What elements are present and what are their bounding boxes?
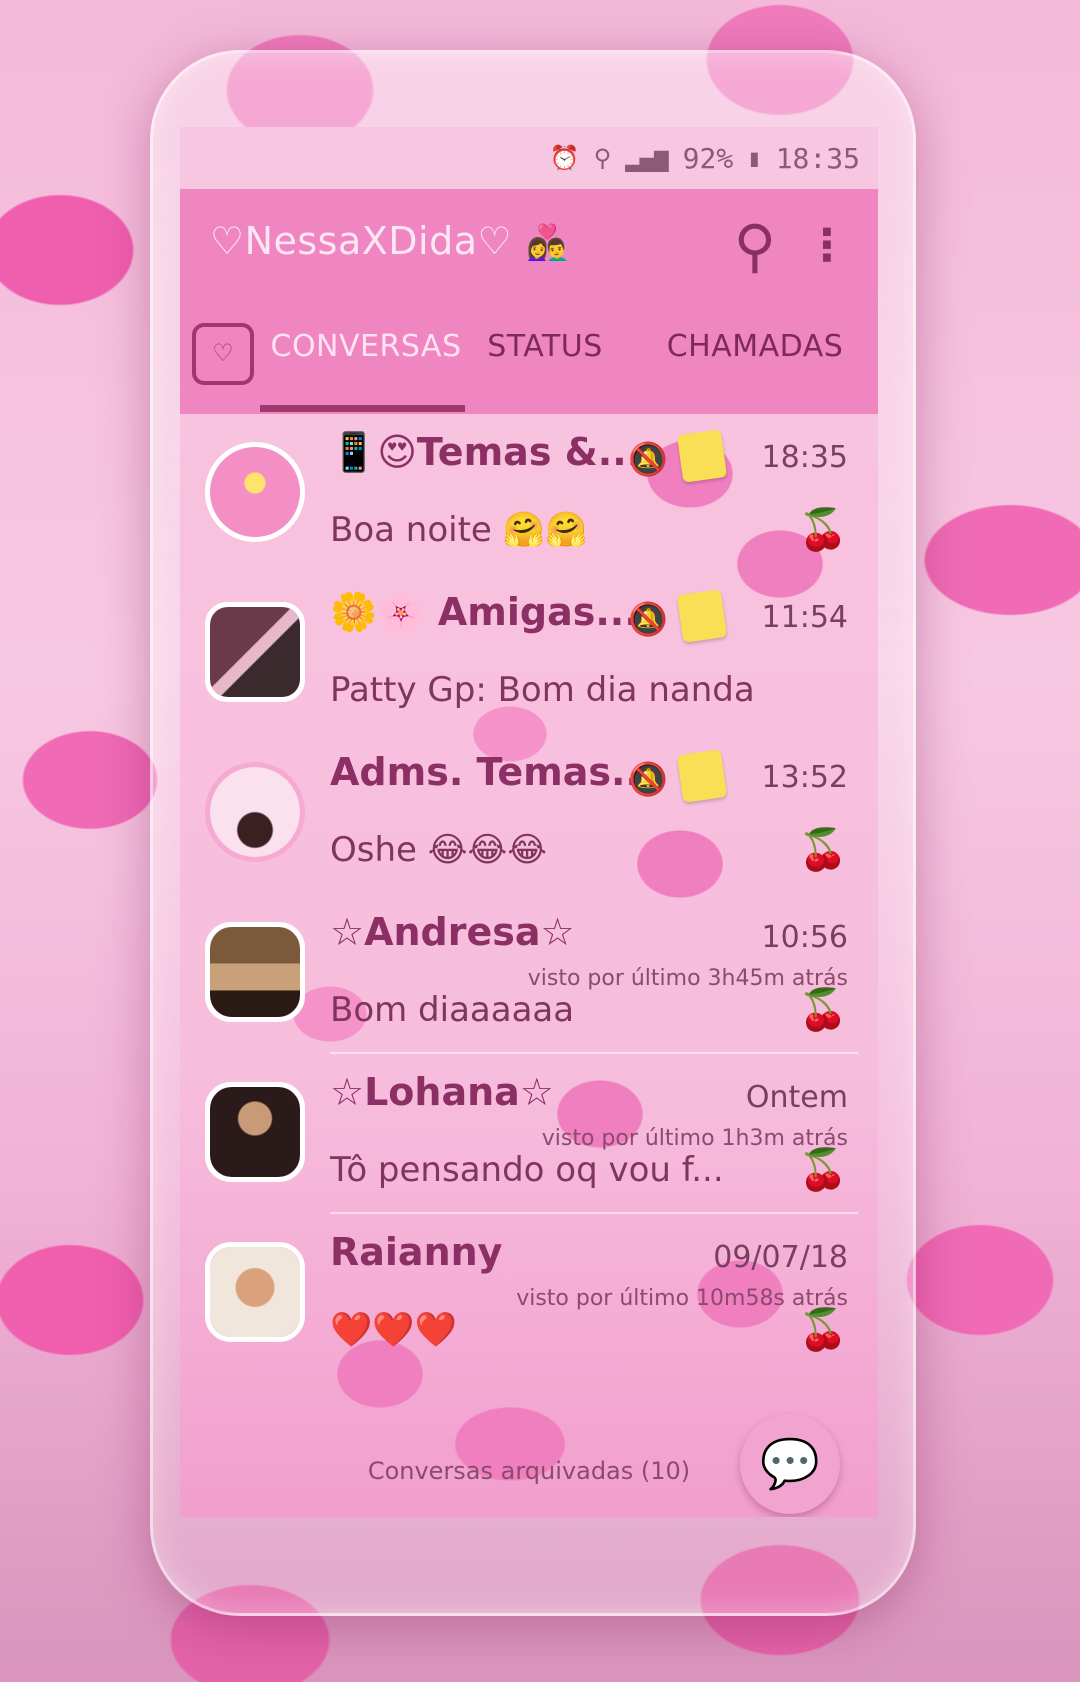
muted-icon: 🔕 bbox=[628, 440, 668, 478]
tab-conversas[interactable]: CONVERSAS bbox=[266, 329, 466, 364]
avatar[interactable] bbox=[205, 922, 305, 1022]
chat-name: Raianny bbox=[330, 1230, 503, 1274]
chat-row[interactable]: ☆Andresa☆ 10:56 visto por último 3h45m a… bbox=[180, 894, 878, 1054]
title-text: ♡NessaXDida♡ bbox=[210, 219, 513, 263]
contact-avatar-image bbox=[210, 1087, 300, 1177]
battery-icon: ▮ bbox=[747, 144, 762, 172]
phone-screen: ⏰ ⚲ ▂▄▆ 92% ▮ 18:35 ♡NessaXDida♡ 👩‍❤️‍👨 ⚲… bbox=[180, 127, 878, 1517]
group-avatar-image bbox=[210, 447, 300, 537]
cherry-icon: 🍒 bbox=[798, 1147, 848, 1193]
chat-name: 📱😍Temas &... bbox=[330, 430, 642, 474]
chat-time: 13:52 bbox=[761, 760, 848, 795]
chat-row[interactable]: 📱😍Temas &... 🔕 18:35 Boa noite 🤗🤗 🍒 bbox=[180, 414, 878, 574]
chat-preview: ❤️❤️❤️ bbox=[330, 1310, 458, 1350]
chat-row[interactable]: ☆Lohana☆ Ontem visto por último 1h3m atr… bbox=[180, 1054, 878, 1214]
chat-name: ☆Lohana☆ bbox=[330, 1070, 554, 1114]
muted-icon: 🔕 bbox=[628, 600, 668, 638]
contact-avatar-image bbox=[210, 927, 300, 1017]
avatar[interactable] bbox=[205, 1242, 305, 1342]
chat-time: 18:35 bbox=[761, 440, 848, 475]
contact-avatar-image bbox=[210, 1247, 300, 1337]
chat-name: Adms. Temas... bbox=[330, 750, 655, 794]
wifi-icon: ⚲ bbox=[593, 144, 612, 172]
avatar[interactable] bbox=[205, 602, 305, 702]
chat-app-title: ♡NessaXDida♡ 👩‍❤️‍👨 bbox=[210, 219, 569, 263]
chat-row[interactable]: 🌼🌸 Amigas... 🔕 11:54 Patty Gp: Bom dia n… bbox=[180, 574, 878, 734]
group-avatar-image bbox=[210, 607, 300, 697]
avatar[interactable] bbox=[205, 762, 305, 862]
sticky-note-icon bbox=[676, 749, 728, 803]
tab-status[interactable]: STATUS bbox=[480, 329, 610, 364]
more-vert-icon[interactable]: ⋮ bbox=[805, 211, 849, 281]
chat-name: ☆Andresa☆ bbox=[330, 910, 575, 954]
battery-level: 92% bbox=[682, 141, 734, 175]
sticky-note-icon bbox=[676, 589, 728, 643]
search-icon[interactable]: ⚲ bbox=[720, 211, 790, 281]
status-bar: ⏰ ⚲ ▂▄▆ 92% ▮ 18:35 bbox=[180, 127, 878, 189]
cherry-icon: 🍒 bbox=[798, 827, 848, 873]
avatar[interactable] bbox=[205, 442, 305, 542]
signal-icon: ▂▄▆ bbox=[625, 144, 669, 172]
chat-row[interactable]: Adms. Temas... 🔕 13:52 Oshe 😂😂😂 🍒 bbox=[180, 734, 878, 894]
cherry-icon: 🍒 bbox=[798, 987, 848, 1033]
chat-preview: Patty Gp: Bom dia nanda bbox=[330, 670, 755, 710]
chat-list: 📱😍Temas &... 🔕 18:35 Boa noite 🤗🤗 🍒 🌼🌸 A… bbox=[180, 414, 878, 1517]
cherry-icon: 🍒 bbox=[798, 1307, 848, 1353]
tab-bar: ♡ CONVERSAS STATUS CHAMADAS bbox=[180, 307, 878, 414]
tab-chamadas[interactable]: CHAMADAS bbox=[640, 329, 870, 364]
archived-chats-link[interactable]: Conversas arquivadas (10) bbox=[180, 1457, 878, 1485]
chat-preview: Oshe 😂😂😂 bbox=[330, 830, 547, 870]
sticky-note-icon bbox=[676, 429, 728, 483]
avatar[interactable] bbox=[205, 1082, 305, 1182]
chat-time: 09/07/18 bbox=[713, 1240, 848, 1275]
alarm-icon: ⏰ bbox=[549, 144, 580, 172]
chat-preview: Bom diaaaaaa bbox=[330, 990, 575, 1030]
chat-name: 🌼🌸 Amigas... bbox=[330, 590, 639, 634]
camera-icon[interactable]: ♡ bbox=[192, 323, 254, 385]
app-bar: ♡NessaXDida♡ 👩‍❤️‍👨 ⚲ ⋮ ♡ CONVERSAS STATU… bbox=[180, 189, 878, 414]
chat-time: 10:56 bbox=[761, 920, 848, 955]
chat-time: Ontem bbox=[745, 1080, 848, 1115]
muted-icon: 🔕 bbox=[628, 760, 668, 798]
group-avatar-image bbox=[210, 767, 300, 857]
chat-preview: Tô pensando oq vou f... bbox=[330, 1150, 724, 1190]
chat-preview: Boa noite 🤗🤗 bbox=[330, 510, 588, 550]
clock: 18:35 bbox=[775, 141, 860, 175]
chat-row[interactable]: Raianny 09/07/18 visto por último 10m58s… bbox=[180, 1214, 878, 1374]
couple-emoji: 👩‍❤️‍👨 bbox=[526, 223, 569, 263]
chat-time: 11:54 bbox=[761, 600, 848, 635]
cherry-icon: 🍒 bbox=[798, 507, 848, 553]
tab-indicator bbox=[260, 405, 465, 412]
